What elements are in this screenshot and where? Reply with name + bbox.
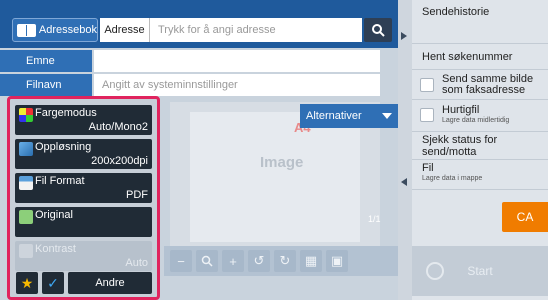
setting-value: 200x200dpi xyxy=(91,155,148,167)
check-button[interactable]: ✓ xyxy=(42,272,64,294)
page-view-button[interactable]: ▣ xyxy=(326,250,348,272)
setting-original[interactable]: Original xyxy=(15,207,152,237)
send-same-image-item[interactable]: Send samme bilde som faksadresse xyxy=(412,70,548,100)
quick-file-checkbox[interactable] xyxy=(420,108,434,122)
magnifier-icon xyxy=(201,255,213,267)
send-same-image-label: Send samme bilde som faksadresse xyxy=(442,73,534,96)
send-same-image-checkbox[interactable] xyxy=(420,78,434,92)
setting-value: PDF xyxy=(126,189,148,201)
subject-label: Emne xyxy=(0,50,92,72)
address-book-icon xyxy=(17,23,36,37)
start-button[interactable]: Start xyxy=(412,246,548,296)
alternatives-label: Alternativer xyxy=(306,110,362,122)
ca-button[interactable]: CA xyxy=(502,202,548,232)
file-format-icon xyxy=(19,176,33,190)
start-icon xyxy=(426,262,444,280)
file-item[interactable]: Fil Lagre data i mappe xyxy=(412,160,548,190)
expand-right-icon[interactable] xyxy=(401,32,407,40)
filename-label: Filnavn xyxy=(0,74,92,96)
collapse-left-icon[interactable] xyxy=(401,178,407,186)
right-panel: Sendehistorie Hent søkenummer Send samme… xyxy=(412,0,548,300)
zoom-button[interactable] xyxy=(196,250,218,272)
star-icon: ★ xyxy=(20,274,34,291)
setting-color-mode[interactable]: Fargemodus Auto/Mono2 xyxy=(15,105,152,135)
setting-value: Auto xyxy=(125,257,148,269)
setting-name: Original xyxy=(35,209,73,221)
thumbnail-view-button[interactable]: ▦ xyxy=(300,250,322,272)
setting-name: Oppløsning xyxy=(35,141,92,153)
setting-name: Fil Format xyxy=(35,175,85,187)
resolution-icon xyxy=(19,142,33,156)
search-icon xyxy=(372,24,385,37)
settings-panel: Fargemodus Auto/Mono2 Oppløsning 200x200… xyxy=(7,96,160,300)
setting-resolution[interactable]: Oppløsning 200x200dpi xyxy=(15,139,152,169)
send-history-item[interactable]: Sendehistorie xyxy=(412,0,548,44)
alternatives-button[interactable]: Alternativer xyxy=(300,104,398,128)
check-status-label: Sjekk status for send/motta xyxy=(422,134,498,158)
rotate-right-button[interactable]: ↻ xyxy=(274,250,296,272)
image-placeholder: Image xyxy=(260,154,304,171)
check-status-item[interactable]: Sjekk status for send/motta xyxy=(412,132,548,160)
setting-file-format[interactable]: Fil Format PDF xyxy=(15,173,152,203)
search-button[interactable] xyxy=(364,18,392,42)
quick-file-item[interactable]: Hurtigfil Lagre data midlertidig xyxy=(412,100,548,132)
filename-field[interactable]: Angitt av systeminnstillinger xyxy=(94,74,380,96)
setting-name: Fargemodus xyxy=(35,107,97,119)
page-count: 1/1 xyxy=(368,214,381,224)
address-book-button[interactable]: Adressebok xyxy=(12,18,98,42)
address-label: Adresse xyxy=(100,18,150,42)
favorite-button[interactable]: ★ xyxy=(16,272,38,294)
fetch-search-number-item[interactable]: Hent søkenummer xyxy=(412,44,548,70)
file-sublabel: Lagre data i mappe xyxy=(422,175,483,182)
start-label: Start xyxy=(467,264,493,278)
quick-file-label: Hurtigfil xyxy=(442,104,480,116)
send-history-label: Sendehistorie xyxy=(422,6,490,18)
contrast-icon xyxy=(19,244,33,258)
zoom-out-button[interactable]: − xyxy=(170,250,192,272)
panel-toggle-strip xyxy=(398,0,412,300)
file-label: Fil xyxy=(422,162,434,174)
setting-name: Kontrast xyxy=(35,243,76,255)
preview-page: A4 Image xyxy=(190,112,360,242)
fetch-search-number-label: Hent søkenummer xyxy=(422,51,513,63)
setting-value: Auto/Mono2 xyxy=(88,121,148,133)
rotate-left-button[interactable]: ↺ xyxy=(248,250,270,272)
original-icon xyxy=(19,210,33,224)
color-mode-icon xyxy=(19,108,33,122)
setting-contrast: Kontrast Auto xyxy=(15,241,152,271)
checkmark-icon: ✓ xyxy=(47,274,59,291)
address-book-label: Adressebok xyxy=(38,24,97,36)
address-input[interactable]: Trykk for å angi adresse xyxy=(150,18,362,42)
others-button[interactable]: Andre xyxy=(68,272,152,294)
subject-field[interactable] xyxy=(94,50,380,72)
dropdown-caret-icon xyxy=(382,113,392,119)
settings-footer: ★ ✓ Andre xyxy=(10,269,157,297)
preview-toolbar: − + ↺ ↻ ▦ ▣ xyxy=(164,246,398,276)
quick-file-sublabel: Lagre data midlertidig xyxy=(442,117,510,124)
zoom-in-button[interactable]: + xyxy=(222,250,244,272)
